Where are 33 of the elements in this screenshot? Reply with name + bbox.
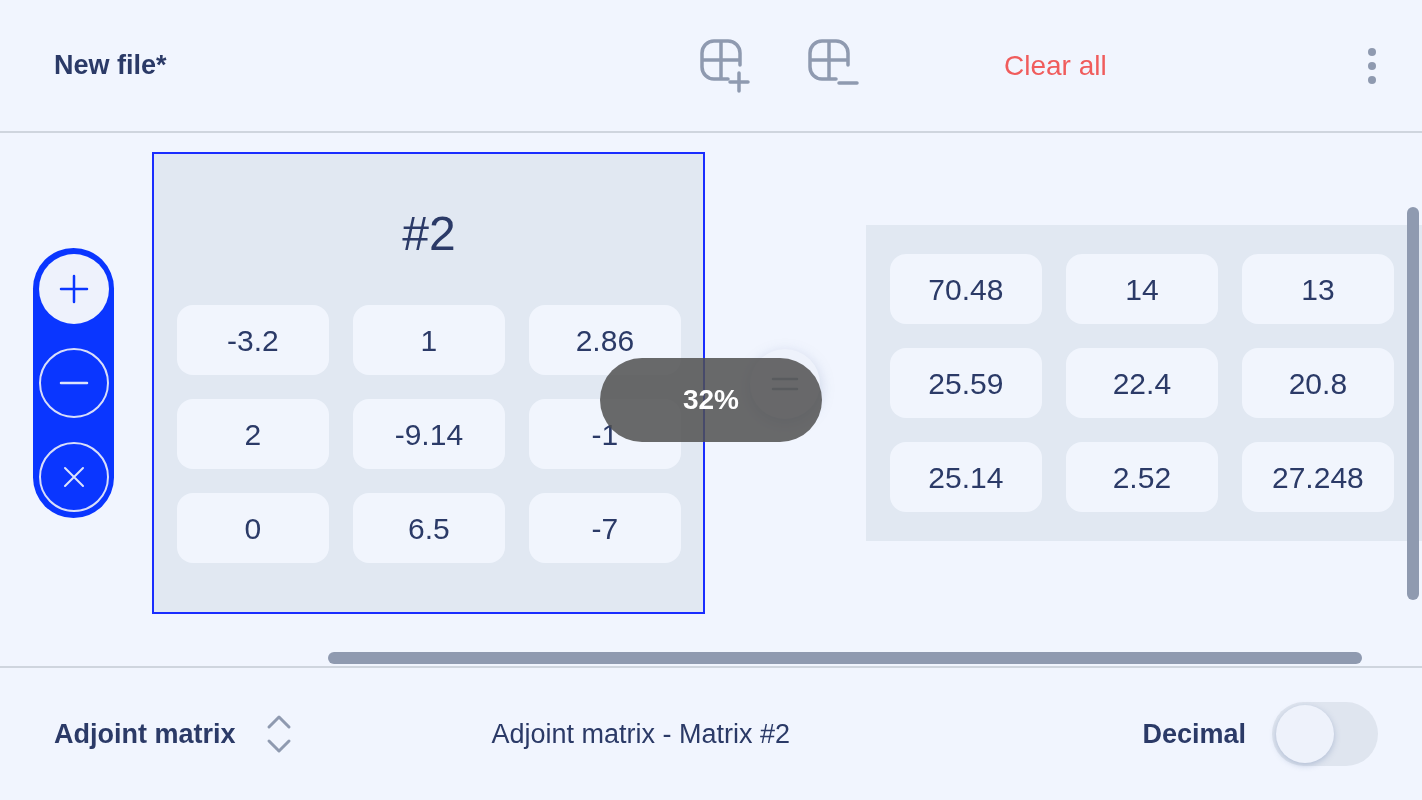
vertical-scrollbar[interactable] xyxy=(1407,207,1419,600)
matrix-cell[interactable]: -7 xyxy=(528,493,681,563)
result-cell[interactable]: 25.14 xyxy=(889,442,1042,512)
operation-button[interactable] xyxy=(38,348,109,418)
result-cell[interactable]: 22.4 xyxy=(1065,348,1218,418)
decimal-label: Decimal xyxy=(1142,717,1246,751)
more-icon xyxy=(1367,47,1377,84)
result-cell[interactable]: 70.48 xyxy=(889,254,1042,324)
matrix-cell[interactable]: 6.5 xyxy=(352,493,505,563)
result-cell[interactable]: 25.59 xyxy=(889,348,1042,418)
matrix-title: #2 xyxy=(402,210,456,258)
horizontal-scrollbar[interactable] xyxy=(328,652,1362,664)
result-cell[interactable]: 27.248 xyxy=(1241,442,1394,512)
matrix-cell[interactable]: 0 xyxy=(176,493,329,563)
matrix-cell[interactable]: -3.2 xyxy=(176,305,329,375)
decimal-toggle[interactable] xyxy=(1272,702,1378,766)
matrix-cell[interactable]: -9.14 xyxy=(352,399,505,469)
file-title: New file* xyxy=(54,49,168,83)
result-cell[interactable]: 13 xyxy=(1241,254,1394,324)
matrix-cell[interactable]: 2 xyxy=(176,399,329,469)
minus-icon xyxy=(57,381,90,385)
up-down-chevron-icon xyxy=(265,714,292,754)
mode-selector[interactable]: Adjoint matrix xyxy=(54,713,292,755)
matrix-cell[interactable]: 1 xyxy=(352,305,505,375)
result-cell[interactable]: 14 xyxy=(1065,254,1218,324)
multiply-icon xyxy=(62,466,85,488)
plus-icon xyxy=(57,273,90,305)
result-cell[interactable]: 20.8 xyxy=(1241,348,1394,418)
result-cell[interactable]: 2.52 xyxy=(1065,442,1218,512)
operation-button[interactable] xyxy=(38,442,109,512)
operation-button[interactable] xyxy=(38,254,109,324)
matrix-cell[interactable]: 2.86 xyxy=(528,305,681,375)
result-description: Adjoint matrix - Matrix #2 xyxy=(491,717,791,751)
